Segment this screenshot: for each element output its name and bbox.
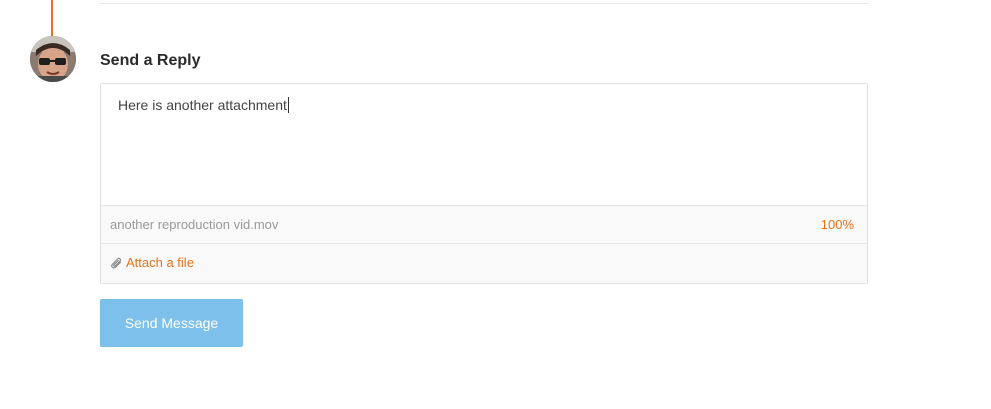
attachment-upload-row: another reproduction vid.mov 100% (101, 205, 867, 243)
attachment-upload-progress: 100% (820, 217, 854, 232)
previous-message-divider (100, 3, 868, 4)
timeline-connector (51, 0, 53, 37)
text-cursor (287, 97, 289, 113)
attach-file-label: Attach a file (126, 255, 194, 270)
attach-file-row: Attach a file (101, 243, 867, 283)
reply-page: Send a Reply Here is another attachment … (0, 0, 991, 409)
reply-heading: Send a Reply (100, 52, 201, 69)
attachment-file-name: another reproduction vid.mov (110, 217, 279, 232)
reply-message-input[interactable]: Here is another attachment (101, 84, 867, 205)
user-avatar (30, 36, 76, 82)
avatar-image (30, 36, 76, 82)
attach-file-link[interactable]: Attach a file (110, 255, 194, 271)
reply-composer: Here is another attachment another repro… (100, 83, 868, 284)
send-message-button[interactable]: Send Message (100, 299, 243, 347)
paperclip-icon (111, 257, 122, 269)
reply-message-text: Here is another attachment (118, 97, 287, 113)
